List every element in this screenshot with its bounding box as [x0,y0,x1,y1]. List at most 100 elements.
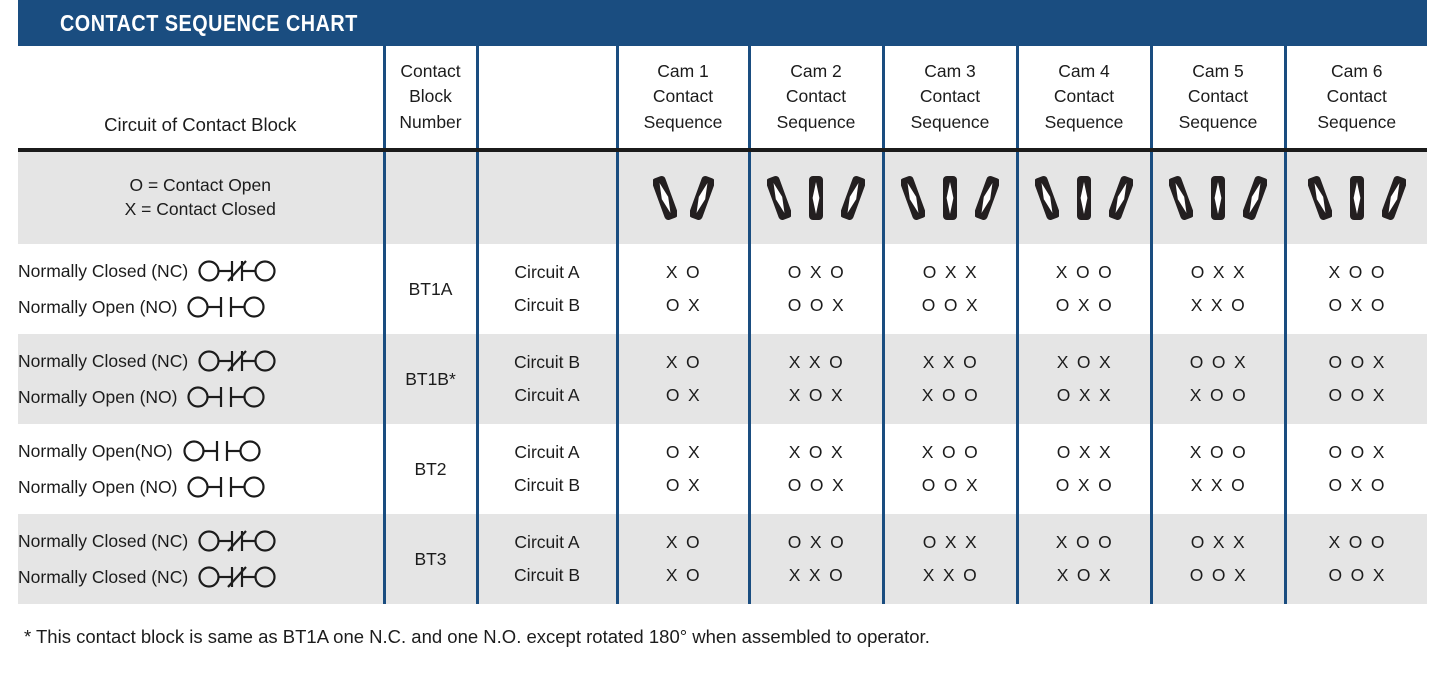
cam-3-symbols [881,150,1017,244]
cam-blade-icon [688,172,715,224]
circuit-label-cell: Circuit A Circuit B [475,424,617,514]
header-cam-5: Cam 5 Contact Sequence [1149,46,1285,152]
contact-sequence-table: Circuit of Contact Block Contact Block N… [18,46,1427,604]
sequence-value: O X O [1328,475,1385,495]
sequence-value: X O X [1056,565,1112,585]
cam-blade-icon [1345,172,1369,224]
contact-block-number-cell: BT1B* [382,334,477,424]
contact-block-number-value: BT2 [414,458,447,479]
contact-description-line: Normally Open(NO) [18,433,383,469]
cam-3-sequence-cell: O X X X X O [881,514,1017,604]
cam-4-sequence-cell: X O O O X O [1015,244,1151,334]
contact-symbol-no-icon [187,293,271,321]
cam-2-sequence-cell: X X O X O X [747,334,883,424]
header-cam-2: Cam 2 Contact Sequence [747,46,883,152]
cam-blade-icon [1034,172,1060,224]
sequence-value: O O X [1189,351,1247,372]
contact-block-number-value: BT1B* [405,368,456,389]
contact-block-number-cell: BT2 [382,424,477,514]
cam-blade-icon [840,172,866,224]
sequence-value: O X O [787,531,845,552]
cam-blade-icon [651,172,678,224]
circuit-label-value: Circuit B [513,351,581,372]
cam-1-sequence-cell: X O X O [615,514,749,604]
cam-2-line2: Contact [785,86,847,107]
cam-blade-icon [974,172,1000,224]
contact-symbol-nc-icon [198,527,282,555]
header-cam-6: Cam 6 Contact Sequence [1283,46,1427,152]
contact-description-text: Normally Open(NO) [18,440,173,461]
sequence-value: X O [665,531,701,552]
chart-title-bar: CONTACT SEQUENCE CHART [18,0,1427,46]
legend-line-open: O = Contact Open [129,175,272,196]
sequence-value: O X X [1190,531,1246,552]
sequence-value: X O [665,565,701,585]
table-row: Normally Closed (NC) Normally Closed (NC)… [18,514,1427,604]
circuit-label-cell: Circuit A Circuit B [475,244,617,334]
contact-symbol-wrap [187,383,271,411]
cam-2-name: Cam 2 [790,60,842,81]
table-body: Normally Closed (NC) Normally Open (NO) BT… [18,244,1427,604]
contact-description-text: Normally Closed (NC) [18,566,189,587]
cam-blade-icon [1380,172,1407,224]
contact-block-number-value: BT1A [408,278,453,299]
contact-symbol-no-icon [183,437,267,465]
table-row: Normally Closed (NC) Normally Open (NO) BT… [18,244,1427,334]
sequence-value: X X O [788,351,844,372]
sequence-value: O X O [1328,295,1385,315]
contact-symbol-wrap [198,257,282,285]
cam-5-sequence-cell: O O X X O O [1149,334,1285,424]
sequence-value: X X O [922,351,978,372]
circuit-label-value: Circuit A [514,441,580,462]
sequence-value: O X X [1056,385,1112,405]
cam-3-name: Cam 3 [924,60,976,81]
cam-blade-icon [1072,172,1096,224]
contact-description-text: Normally Open (NO) [18,386,178,407]
contact-description-line: Normally Open (NO) [18,379,383,415]
contact-sequence-chart: CONTACT SEQUENCE CHART Circuit of Contac… [0,0,1445,677]
contact-description-cell: Normally Closed (NC) Normally Open (NO) [18,244,384,334]
header-cbn-line3: Number [399,111,462,132]
contact-description-line: Normally Closed (NC) [18,559,383,595]
sequence-value: O O X [1189,565,1247,585]
cam-1-line2: Contact [652,86,714,107]
cam-3-sequence-cell: O X X O O X [881,244,1017,334]
sequence-value: O X X [1190,261,1246,282]
cam-1-name: Cam 1 [657,60,709,81]
contact-description-text: Normally Open (NO) [18,296,178,317]
cam-1-sequence-cell: X O O X [615,244,749,334]
cam-blade-icon [804,172,828,224]
sequence-value: X O O [921,385,979,405]
sequence-value: X O O [1328,261,1385,282]
cam-5-symbols [1149,150,1285,244]
circuit-label-value: Circuit A [514,531,580,552]
header-cbn-line1: Contact [400,60,461,81]
sequence-value: X O X [788,441,844,462]
circuit-label-cell: Circuit A Circuit B [475,514,617,604]
sequence-value: O O X [1328,351,1385,372]
contact-description-line: Normally Open (NO) [18,469,383,505]
circuit-label-cell: Circuit B Circuit A [475,334,617,424]
cam-6-symbols [1283,150,1427,244]
sequence-value: O O X [787,295,845,315]
contact-symbol-nc-icon [198,347,282,375]
contact-description-line: Normally Closed (NC) [18,523,383,559]
sequence-value: X O O [1055,261,1113,282]
circuit-label-value: Circuit B [513,475,581,495]
sequence-value: X X O [1190,295,1246,315]
table-header-row: Circuit of Contact Block Contact Block N… [18,46,1427,152]
cam-4-symbols [1015,150,1151,244]
cam-5-line3: Sequence [1178,111,1258,132]
sequence-value: X O O [1189,385,1247,405]
contact-description-text: Normally Closed (NC) [18,260,189,281]
cam-blade-icon [938,172,962,224]
legend-circuit-spacer [475,150,617,244]
circuit-label-value: Circuit A [514,385,580,405]
sequence-value: X X O [788,565,844,585]
contact-symbol-no-icon [187,383,271,411]
sequence-value: O O X [1328,385,1385,405]
sequence-value: X O [665,351,701,372]
contact-symbol-wrap [198,563,282,591]
cam-2-sequence-cell: X O X O O X [747,424,883,514]
contact-description-text: Normally Open (NO) [18,476,178,497]
